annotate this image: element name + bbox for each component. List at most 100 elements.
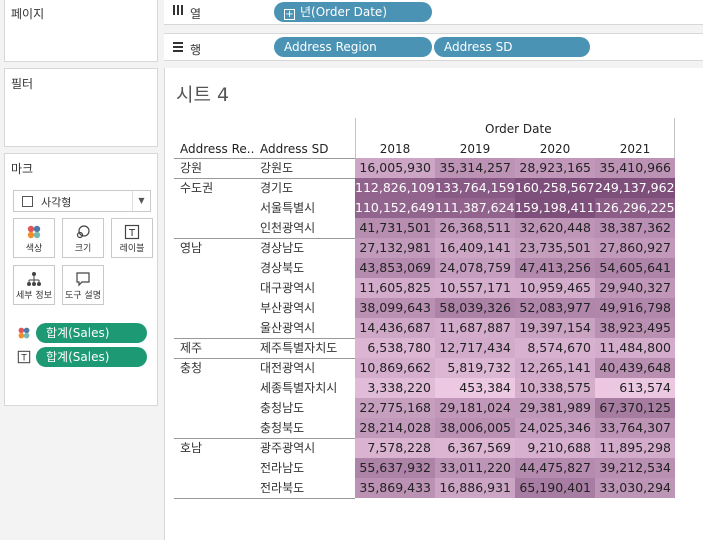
sales-cell[interactable]: 8,574,670 xyxy=(515,338,595,358)
sales-cell[interactable]: 19,397,154 xyxy=(515,318,595,338)
sales-cell[interactable]: 11,605,825 xyxy=(355,278,435,298)
sales-cell[interactable]: 11,484,800 xyxy=(595,338,675,358)
sd-label[interactable]: 전라남도 xyxy=(260,458,304,478)
sales-cell[interactable]: 43,853,069 xyxy=(355,258,435,278)
rows-shelf[interactable]: 행 Address Region Address SD xyxy=(164,33,703,61)
columns-shelf[interactable]: 열 + 년(Order Date) xyxy=(164,0,703,25)
sd-label[interactable]: 경상북도 xyxy=(260,258,304,278)
sales-cell[interactable]: 33,030,294 xyxy=(595,478,675,498)
sd-label[interactable]: 울산광역시 xyxy=(260,318,315,338)
sales-cell[interactable]: 39,212,534 xyxy=(595,458,675,478)
sales-cell[interactable]: 12,717,434 xyxy=(435,338,515,358)
sales-cell[interactable]: 38,099,643 xyxy=(355,298,435,318)
region-label[interactable]: 호남 xyxy=(180,438,202,458)
sales-cell[interactable]: 27,132,981 xyxy=(355,238,435,258)
sales-cell[interactable]: 6,367,569 xyxy=(435,438,515,458)
sales-cell[interactable]: 14,436,687 xyxy=(355,318,435,338)
detail-button[interactable]: 세부 정보 xyxy=(13,265,55,305)
sales-cell[interactable]: 44,475,827 xyxy=(515,458,595,478)
region-label[interactable]: 영남 xyxy=(180,238,202,258)
address-region-header[interactable]: Address Re.. xyxy=(180,142,254,156)
year-header-2019[interactable]: 2019 xyxy=(435,142,515,156)
sales-cell[interactable]: 40,439,648 xyxy=(595,358,675,378)
sales-cell[interactable]: 58,039,326 xyxy=(435,298,515,318)
sales-cell[interactable]: 110,152,649 xyxy=(355,198,435,218)
sd-label[interactable]: 충청남도 xyxy=(260,398,304,418)
sd-label[interactable]: 제주특별자치도 xyxy=(260,338,337,358)
sales-cell[interactable]: 26,368,511 xyxy=(435,218,515,238)
sales-cell[interactable]: 9,210,688 xyxy=(515,438,595,458)
sales-cell[interactable]: 453,384 xyxy=(435,378,515,398)
sales-cell[interactable]: 55,637,932 xyxy=(355,458,435,478)
sales-cell[interactable]: 41,731,501 xyxy=(355,218,435,238)
sales-cell[interactable]: 10,959,465 xyxy=(515,278,595,298)
sd-label[interactable]: 인천광역시 xyxy=(260,218,315,238)
sd-label[interactable]: 전라북도 xyxy=(260,478,304,498)
sales-cell[interactable]: 29,381,989 xyxy=(515,398,595,418)
mark-type-dropdown[interactable]: 사각형 ▼ xyxy=(13,190,151,212)
address-region-pill[interactable]: Address Region xyxy=(274,37,432,57)
sales-cell[interactable]: 32,620,448 xyxy=(515,218,595,238)
sales-cell[interactable]: 35,869,433 xyxy=(355,478,435,498)
sales-cell[interactable]: 38,006,005 xyxy=(435,418,515,438)
sales-cell[interactable]: 159,198,411 xyxy=(515,198,595,218)
sd-label[interactable]: 광주광역시 xyxy=(260,438,315,458)
sales-cell[interactable]: 47,413,256 xyxy=(515,258,595,278)
sales-cell[interactable]: 35,314,257 xyxy=(435,158,515,178)
sd-label[interactable]: 경기도 xyxy=(260,178,293,198)
tooltip-button[interactable]: 도구 설명 xyxy=(62,265,104,305)
sales-cell[interactable]: 7,578,228 xyxy=(355,438,435,458)
sales-cell[interactable]: 22,775,168 xyxy=(355,398,435,418)
sales-cell[interactable]: 28,923,165 xyxy=(515,158,595,178)
sales-cell[interactable]: 23,735,501 xyxy=(515,238,595,258)
sales-cell[interactable]: 33,764,307 xyxy=(595,418,675,438)
sales-cell[interactable]: 16,886,931 xyxy=(435,478,515,498)
label-button[interactable]: T 레이블 xyxy=(111,218,153,258)
sd-label[interactable]: 부산광역시 xyxy=(260,298,315,318)
sales-cell[interactable]: 112,826,109 xyxy=(355,178,435,198)
sd-label[interactable]: 강원도 xyxy=(260,158,293,178)
sd-label[interactable]: 서울특별시 xyxy=(260,198,315,218)
sd-label[interactable]: 충청북도 xyxy=(260,418,304,438)
sales-cell[interactable]: 12,265,141 xyxy=(515,358,595,378)
sales-cell[interactable]: 3,338,220 xyxy=(355,378,435,398)
sales-cell[interactable]: 33,011,220 xyxy=(435,458,515,478)
worksheet-canvas[interactable]: 시트 4 Order Date Address Re.. Address SD … xyxy=(164,68,703,540)
sales-cell[interactable]: 10,338,575 xyxy=(515,378,595,398)
sales-cell[interactable]: 52,083,977 xyxy=(515,298,595,318)
color-button[interactable]: 색상 xyxy=(13,218,55,258)
sales-cell[interactable]: 54,605,641 xyxy=(595,258,675,278)
sales-cell[interactable]: 38,387,362 xyxy=(595,218,675,238)
expand-plus-icon[interactable]: + xyxy=(284,9,295,20)
sales-cell[interactable]: 35,410,966 xyxy=(595,158,675,178)
pages-panel[interactable]: 페이지 xyxy=(4,0,158,62)
sales-cell[interactable]: 29,940,327 xyxy=(595,278,675,298)
chevron-down-icon[interactable]: ▼ xyxy=(132,191,150,211)
region-label[interactable]: 강원 xyxy=(180,158,202,178)
sales-cell[interactable]: 11,687,887 xyxy=(435,318,515,338)
sales-cell[interactable]: 10,869,662 xyxy=(355,358,435,378)
sales-cell[interactable]: 16,005,930 xyxy=(355,158,435,178)
sales-cell[interactable]: 133,764,159 xyxy=(435,178,515,198)
sales-label-pill[interactable]: 합계(Sales) xyxy=(36,347,147,367)
sales-cell[interactable]: 27,860,927 xyxy=(595,238,675,258)
sales-cell[interactable]: 11,895,298 xyxy=(595,438,675,458)
sales-cell[interactable]: 6,538,780 xyxy=(355,338,435,358)
sales-cell[interactable]: 10,557,171 xyxy=(435,278,515,298)
region-label[interactable]: 수도권 xyxy=(180,178,213,198)
sales-cell[interactable]: 65,190,401 xyxy=(515,478,595,498)
sales-cell[interactable]: 38,923,495 xyxy=(595,318,675,338)
sales-cell[interactable]: 249,137,962 xyxy=(595,178,675,198)
sales-cell[interactable]: 29,181,024 xyxy=(435,398,515,418)
sd-label[interactable]: 대전광역시 xyxy=(260,358,315,378)
address-sd-header[interactable]: Address SD xyxy=(260,142,328,156)
region-label[interactable]: 충청 xyxy=(180,358,202,378)
sales-cell[interactable]: 613,574 xyxy=(595,378,675,398)
sales-cell[interactable]: 28,214,028 xyxy=(355,418,435,438)
sales-cell[interactable]: 49,916,798 xyxy=(595,298,675,318)
sd-label[interactable]: 세종특별자치시 xyxy=(260,378,337,398)
sd-label[interactable]: 경상남도 xyxy=(260,238,304,258)
sales-cell[interactable]: 126,296,225 xyxy=(595,198,675,218)
address-sd-pill[interactable]: Address SD xyxy=(434,37,590,57)
sd-label[interactable]: 대구광역시 xyxy=(260,278,315,298)
